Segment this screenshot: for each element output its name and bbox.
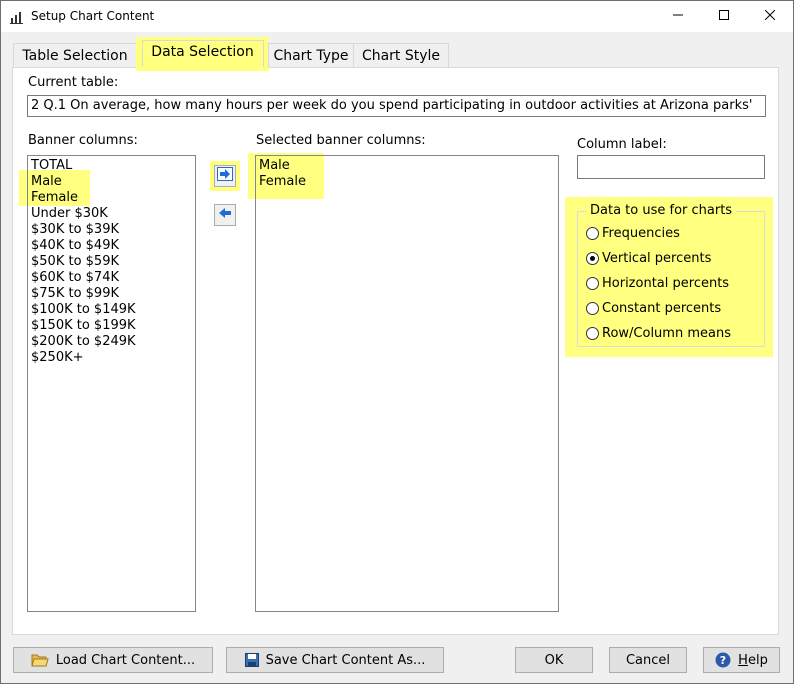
folder-open-icon [31,653,49,667]
button-label: Cancel [625,652,671,668]
list-item[interactable]: Under $30K [28,206,195,222]
radio-button[interactable] [586,276,599,290]
title-bar: Setup Chart Content [1,1,793,32]
radio-button[interactable] [586,301,599,315]
list-item[interactable]: $30K to $39K [28,222,195,238]
window-title: Setup Chart Content [31,9,155,23]
close-button[interactable] [747,1,793,32]
tab-chart-style[interactable]: Chart Style [353,43,449,67]
radio-horizontal-percents[interactable]: Horizontal percents [586,274,729,292]
button-label: OK [544,652,564,668]
radio-button[interactable] [586,251,599,265]
tab-table-selection[interactable]: Table Selection [13,43,137,67]
list-item[interactable]: $150K to $199K [28,318,195,334]
banner-columns-label: Banner columns: [28,133,138,148]
radio-vertical-percents[interactable]: Vertical percents [586,249,711,267]
close-icon [764,9,776,24]
tab-data-selection[interactable]: Data Selection [136,37,269,71]
list-item[interactable]: $100K to $149K [28,302,195,318]
list-item[interactable]: TOTAL [28,158,195,174]
list-item[interactable]: Female [256,174,558,190]
load-chart-content-button[interactable]: Load Chart Content... [13,647,213,673]
remove-column-button[interactable] [214,204,236,226]
selected-banner-columns-label: Selected banner columns: [256,133,426,148]
maximize-button[interactable] [701,1,747,32]
cancel-button[interactable]: Cancel [609,647,687,673]
list-item[interactable]: Male [256,158,558,174]
help-button[interactable]: ? Help [703,647,780,673]
minimize-icon [673,9,683,24]
column-label-input[interactable] [577,155,765,179]
add-column-button[interactable] [214,165,236,187]
radio-button[interactable] [586,226,599,240]
radio-label: Horizontal percents [602,275,730,291]
groupbox-title: Data to use for charts [586,203,737,218]
button-label: Load Chart Content... [55,652,196,668]
radio-label: Constant percents [602,300,722,316]
radio-label: Frequencies [602,225,680,241]
button-label: Save Chart Content As... [265,652,426,668]
help-question-icon: ? [715,652,731,668]
arrow-left-icon [218,207,232,223]
column-label-label: Column label: [577,137,667,152]
list-item[interactable]: $40K to $49K [28,238,195,254]
tab-label: Data Selection [151,44,254,60]
tab-label: Chart Style [361,48,441,64]
svg-text:?: ? [720,654,726,667]
list-item[interactable]: $200K to $249K [28,334,195,350]
maximize-icon [719,9,729,24]
radio-button[interactable] [586,326,599,340]
help-accelerator: H [738,652,748,668]
radio-label: Row/Column means [602,325,731,341]
setup-chart-content-dialog: Setup Chart Content Table Selection Data… [0,0,794,684]
list-item[interactable]: $250K+ [28,350,195,366]
banner-columns-list-items: TOTAL Male Female Under $30K $30K to $39… [27,155,196,612]
minimize-button[interactable] [655,1,701,32]
arrow-right-icon [217,167,233,185]
save-chart-content-as-button[interactable]: Save Chart Content As... [226,647,444,673]
current-table-field[interactable]: 2 Q.1 On average, how many hours per wee… [27,95,766,117]
list-item[interactable]: $50K to $59K [28,254,195,270]
tab-label: Table Selection [22,48,128,64]
help-label-rest: elp [747,652,768,668]
button-label: Help [738,653,768,668]
save-disk-icon [244,653,259,667]
list-item[interactable]: $60K to $74K [28,270,195,286]
tab-label: Chart Type [273,48,349,64]
current-table-label: Current table: [28,75,119,90]
radio-constant-percents[interactable]: Constant percents [586,299,721,317]
list-item[interactable]: $75K to $99K [28,286,195,302]
selected-banner-columns-items: Male Female [255,155,559,612]
radio-frequencies[interactable]: Frequencies [586,224,680,242]
ok-button[interactable]: OK [515,647,593,673]
list-item[interactable]: Female [28,190,195,206]
radio-row-column-means[interactable]: Row/Column means [586,324,731,342]
tab-chart-type[interactable]: Chart Type [268,43,354,67]
chart-gear-icon [10,10,24,24]
radio-label: Vertical percents [602,250,712,266]
list-item[interactable]: Male [28,174,195,190]
